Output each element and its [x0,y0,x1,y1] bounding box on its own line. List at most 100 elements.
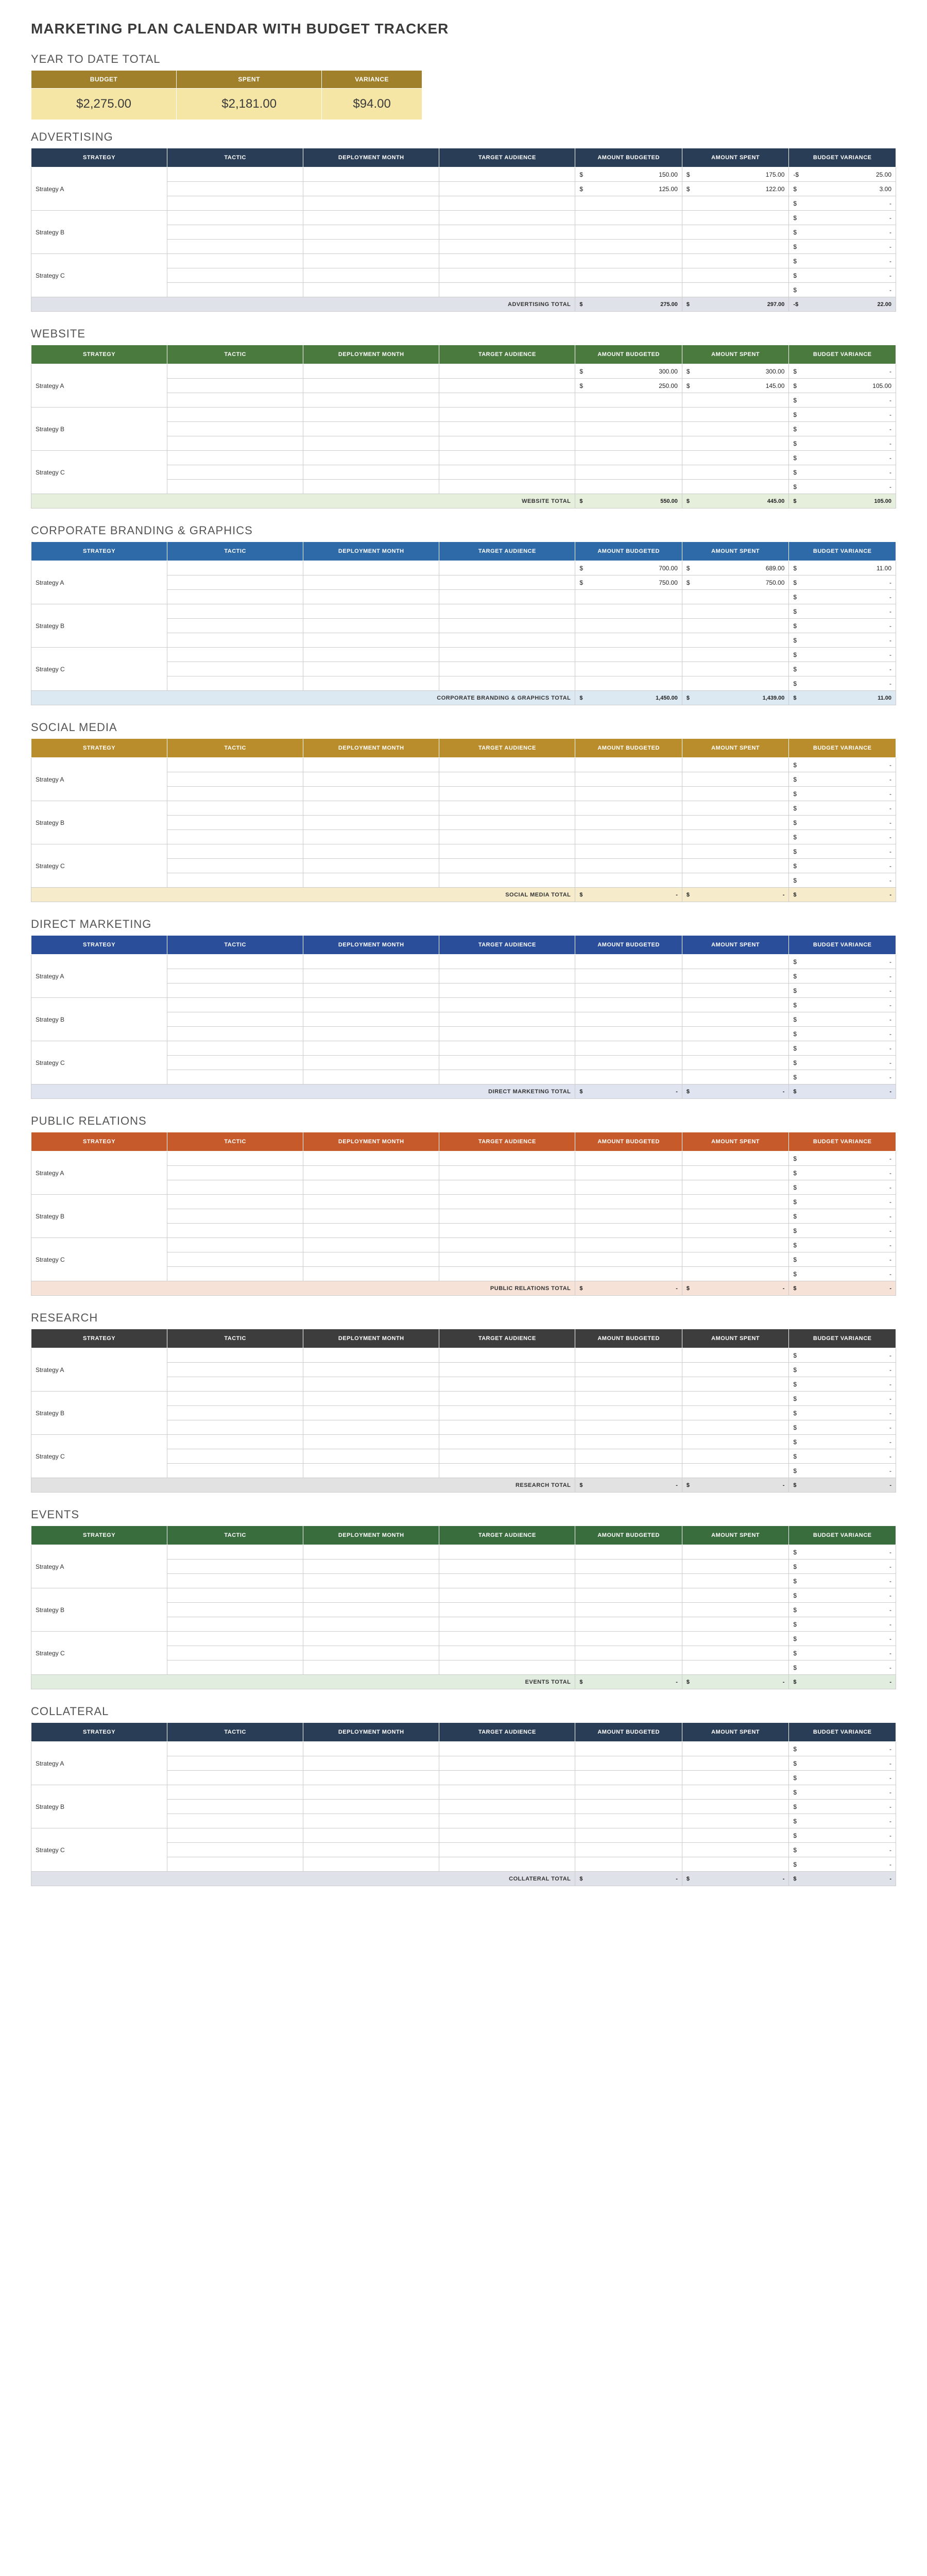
month-cell[interactable] [303,1588,439,1603]
budgeted-cell[interactable] [575,451,682,465]
budgeted-cell[interactable] [575,1574,682,1588]
strategy-cell[interactable]: Strategy B [31,408,167,451]
tactic-cell[interactable] [167,254,303,268]
tactic-cell[interactable] [167,1267,303,1281]
target-cell[interactable] [439,1070,575,1084]
spent-cell[interactable] [682,1603,789,1617]
month-cell[interactable] [303,1646,439,1660]
target-cell[interactable] [439,859,575,873]
target-cell[interactable] [439,1464,575,1478]
variance-cell[interactable]: $- [789,1420,896,1435]
tactic-cell[interactable] [167,676,303,691]
variance-cell[interactable]: $- [789,1166,896,1180]
month-cell[interactable] [303,787,439,801]
spent-cell[interactable]: $122.00 [682,182,789,196]
spent-cell[interactable] [682,1224,789,1238]
month-cell[interactable] [303,1195,439,1209]
month-cell[interactable] [303,1632,439,1646]
variance-cell[interactable]: $- [789,1252,896,1267]
tactic-cell[interactable] [167,633,303,648]
month-cell[interactable] [303,1545,439,1560]
budgeted-cell[interactable] [575,240,682,254]
budgeted-cell[interactable] [575,676,682,691]
variance-cell[interactable]: $- [789,1742,896,1756]
budgeted-cell[interactable] [575,830,682,844]
spent-cell[interactable] [682,480,789,494]
month-cell[interactable] [303,1814,439,1828]
budgeted-cell[interactable] [575,1814,682,1828]
variance-cell[interactable]: $- [789,1646,896,1660]
strategy-cell[interactable]: Strategy A [31,167,167,211]
tactic-cell[interactable] [167,1857,303,1872]
variance-cell[interactable]: $- [789,1660,896,1675]
tactic-cell[interactable] [167,1238,303,1252]
month-cell[interactable] [303,379,439,393]
budgeted-cell[interactable] [575,465,682,480]
spent-cell[interactable] [682,676,789,691]
month-cell[interactable] [303,1267,439,1281]
variance-cell[interactable]: $- [789,1180,896,1195]
budgeted-cell[interactable]: $250.00 [575,379,682,393]
tactic-cell[interactable] [167,1209,303,1224]
target-cell[interactable] [439,1377,575,1392]
month-cell[interactable] [303,1742,439,1756]
tactic-cell[interactable] [167,240,303,254]
budgeted-cell[interactable] [575,283,682,297]
month-cell[interactable] [303,1392,439,1406]
spent-cell[interactable]: $145.00 [682,379,789,393]
variance-cell[interactable]: $- [789,1377,896,1392]
tactic-cell[interactable] [167,1814,303,1828]
spent-cell[interactable] [682,283,789,297]
tactic-cell[interactable] [167,1464,303,1478]
budgeted-cell[interactable] [575,1209,682,1224]
variance-cell[interactable]: $- [789,604,896,619]
tactic-cell[interactable] [167,1603,303,1617]
budgeted-cell[interactable] [575,1041,682,1056]
budgeted-cell[interactable] [575,816,682,830]
target-cell[interactable] [439,225,575,240]
budgeted-cell[interactable] [575,998,682,1012]
spent-cell[interactable] [682,1435,789,1449]
month-cell[interactable] [303,451,439,465]
budgeted-cell[interactable] [575,393,682,408]
total-spent[interactable]: $297.00 [682,297,789,312]
target-cell[interactable] [439,575,575,590]
budgeted-cell[interactable] [575,758,682,772]
month-cell[interactable] [303,1027,439,1041]
spent-cell[interactable] [682,1771,789,1785]
spent-cell[interactable] [682,1180,789,1195]
total-budgeted[interactable]: $- [575,1084,682,1099]
variance-cell[interactable]: $- [789,480,896,494]
target-cell[interactable] [439,240,575,254]
tactic-cell[interactable] [167,1742,303,1756]
variance-cell[interactable]: $- [789,1843,896,1857]
spent-cell[interactable] [682,772,789,787]
strategy-cell[interactable]: Strategy C [31,648,167,691]
tactic-cell[interactable] [167,590,303,604]
spent-cell[interactable] [682,648,789,662]
spent-cell[interactable] [682,1195,789,1209]
spent-cell[interactable]: $300.00 [682,364,789,379]
variance-cell[interactable]: $- [789,1800,896,1814]
spent-cell[interactable] [682,955,789,969]
budgeted-cell[interactable] [575,619,682,633]
target-cell[interactable] [439,1660,575,1675]
tactic-cell[interactable] [167,969,303,984]
month-cell[interactable] [303,676,439,691]
variance-cell[interactable]: $- [789,969,896,984]
target-cell[interactable] [439,1632,575,1646]
target-cell[interactable] [439,1588,575,1603]
budgeted-cell[interactable] [575,1267,682,1281]
target-cell[interactable] [439,1012,575,1027]
total-spent[interactable]: $- [682,888,789,902]
total-variance[interactable]: $105.00 [789,494,896,509]
strategy-cell[interactable]: Strategy A [31,364,167,408]
spent-cell[interactable] [682,1617,789,1632]
spent-cell[interactable] [682,1632,789,1646]
budgeted-cell[interactable] [575,1785,682,1800]
variance-cell[interactable]: $- [789,225,896,240]
variance-cell[interactable]: $- [789,1828,896,1843]
budgeted-cell[interactable] [575,1420,682,1435]
tactic-cell[interactable] [167,422,303,436]
budgeted-cell[interactable] [575,1632,682,1646]
